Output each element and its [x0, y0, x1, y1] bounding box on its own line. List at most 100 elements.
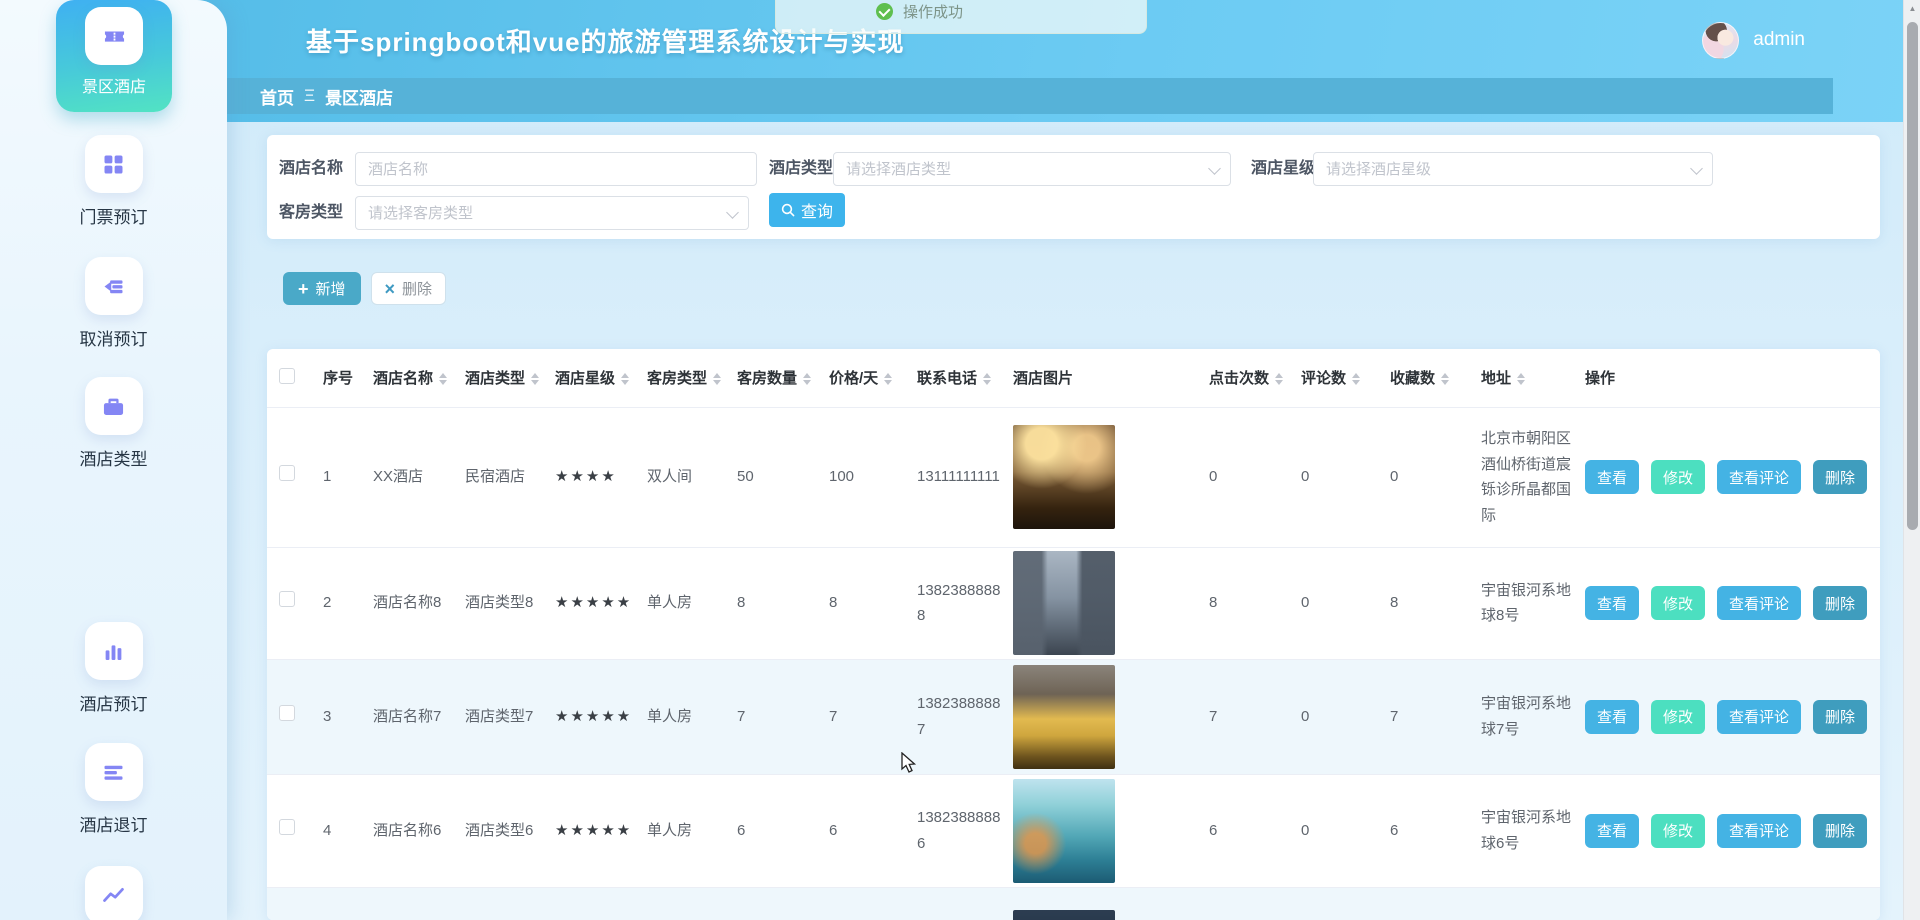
view-button[interactable]: 查看: [1585, 586, 1639, 620]
col-label: 联系电话: [917, 370, 977, 387]
col-star[interactable]: 酒店星级: [543, 349, 635, 407]
avatar: [1702, 22, 1739, 59]
sidebar-item-hotel-refund[interactable]: 酒店退订: [0, 743, 227, 836]
table-row-partial: [267, 887, 1880, 920]
scrollbar-thumb[interactable]: [1907, 22, 1918, 530]
hotel-name-label: 酒店名称: [273, 151, 343, 187]
row-delete-button[interactable]: 删除: [1813, 460, 1867, 494]
cell-type: 民宿酒店: [453, 407, 543, 547]
edit-button[interactable]: 修改: [1651, 586, 1705, 620]
page: 基于springboot和vue的旅游管理系统设计与实现 首页 Ξ 景区酒店 a…: [0, 0, 1920, 920]
sidebar-item-partial[interactable]: [0, 866, 227, 920]
toast-message: 操作成功: [903, 1, 963, 22]
sort-icon: [713, 373, 723, 385]
delete-button[interactable]: × 删除: [371, 272, 447, 305]
hotel-table: 序号 酒店名称 酒店类型 酒店星级 客房类型 客房数量 价格/天 联系电话 酒店…: [267, 349, 1880, 920]
col-phone[interactable]: 联系电话: [905, 349, 1001, 407]
view-comments-button[interactable]: 查看评论: [1717, 586, 1801, 620]
cell-favorites: 6: [1378, 774, 1469, 887]
sidebar-item-cancel-booking[interactable]: 取消预订: [0, 257, 227, 350]
cell-address: 宇宙银河系地球8号: [1469, 547, 1573, 659]
col-room-count[interactable]: 客房数量: [725, 349, 817, 407]
cell-favorites: 7: [1378, 659, 1469, 774]
cell-name: 酒店名称6: [361, 774, 453, 887]
cell-phone: [905, 887, 1001, 920]
view-comments-button[interactable]: 查看评论: [1717, 814, 1801, 848]
row-checkbox[interactable]: [279, 465, 295, 481]
row-checkbox[interactable]: [279, 705, 295, 721]
cell-comments: 0: [1289, 407, 1378, 547]
search-button[interactable]: 查询: [769, 193, 845, 227]
breadcrumb-separator-icon: Ξ: [304, 86, 315, 106]
col-label: 操作: [1585, 370, 1615, 387]
cell-clicks: 7: [1197, 659, 1289, 774]
col-clicks[interactable]: 点击次数: [1197, 349, 1289, 407]
col-type[interactable]: 酒店类型: [453, 349, 543, 407]
view-button[interactable]: 查看: [1585, 460, 1639, 494]
cell-type: 酒店类型8: [453, 547, 543, 659]
search-panel: 酒店名称 酒店类型 酒店星级 客房类型 查询: [267, 135, 1880, 239]
cell-clicks: 8: [1197, 547, 1289, 659]
hotel-type-select[interactable]: [833, 152, 1231, 186]
sidebar-item-ticket-booking[interactable]: 门票预订: [0, 135, 227, 228]
room-type-select[interactable]: [355, 196, 749, 230]
row-delete-button[interactable]: 删除: [1813, 586, 1867, 620]
col-address[interactable]: 地址: [1469, 349, 1573, 407]
hotel-photo: [1013, 665, 1115, 769]
view-comments-button[interactable]: 查看评论: [1717, 700, 1801, 734]
search-icon: [781, 203, 795, 217]
sort-icon: [884, 373, 894, 385]
cell-type: [453, 887, 543, 920]
add-button-label: 新增: [316, 278, 346, 299]
col-label: 酒店名称: [373, 370, 433, 387]
row-checkbox[interactable]: [279, 591, 295, 607]
col-room-type[interactable]: 客房类型: [635, 349, 725, 407]
col-price[interactable]: 价格/天: [817, 349, 905, 407]
cell-index: 2: [311, 547, 361, 659]
hotel-name-input[interactable]: [355, 152, 757, 186]
sidebar-item-label: 酒店预订: [0, 690, 227, 715]
sidebar-item-hotel-type[interactable]: 酒店类型: [0, 377, 227, 470]
sort-icon: [1352, 373, 1362, 385]
cell-price: 100: [817, 407, 905, 547]
col-label: 酒店类型: [465, 370, 525, 387]
sidebar-item-scenic-hotel[interactable]: 景区酒店: [56, 0, 172, 112]
col-label: 客房类型: [647, 370, 707, 387]
col-name[interactable]: 酒店名称: [361, 349, 453, 407]
hotel-star-select[interactable]: [1313, 152, 1713, 186]
sort-icon: [621, 373, 631, 385]
edit-button[interactable]: 修改: [1651, 460, 1705, 494]
view-button[interactable]: 查看: [1585, 700, 1639, 734]
cell-stars: [543, 887, 635, 920]
sidebar-item-label: 酒店类型: [0, 445, 227, 470]
col-comments[interactable]: 评论数: [1289, 349, 1378, 407]
hotel-type-label: 酒店类型: [763, 151, 833, 187]
cell-room-type: [635, 887, 725, 920]
sort-icon: [439, 373, 449, 385]
cell-index: 4: [311, 774, 361, 887]
cell-room-type: 单人房: [635, 774, 725, 887]
select-all-checkbox[interactable]: [279, 368, 295, 384]
edit-button[interactable]: 修改: [1651, 814, 1705, 848]
row-delete-button[interactable]: 删除: [1813, 700, 1867, 734]
view-comments-button[interactable]: 查看评论: [1717, 460, 1801, 494]
user-menu[interactable]: admin: [1702, 20, 1805, 60]
breadcrumb-home[interactable]: 首页: [260, 84, 294, 109]
scroll-up-arrow[interactable]: ▲: [1904, 0, 1920, 17]
cell-stars: ★★★★★: [543, 659, 635, 774]
col-favorites[interactable]: 收藏数: [1378, 349, 1469, 407]
row-checkbox[interactable]: [279, 819, 295, 835]
cell-room-count: 8: [725, 547, 817, 659]
view-button[interactable]: 查看: [1585, 814, 1639, 848]
scrollbar: ▲: [1903, 0, 1920, 920]
sort-icon: [1517, 373, 1527, 385]
cell-type: 酒店类型7: [453, 659, 543, 774]
row-delete-button[interactable]: 删除: [1813, 814, 1867, 848]
sidebar-item-hotel-booking[interactable]: 酒店预订: [0, 622, 227, 715]
edit-button[interactable]: 修改: [1651, 700, 1705, 734]
add-button[interactable]: + 新增: [283, 272, 361, 305]
sort-icon: [803, 373, 813, 385]
col-label: 序号: [323, 370, 353, 387]
cell-price: 7: [817, 659, 905, 774]
breadcrumb-current: 景区酒店: [325, 84, 393, 109]
